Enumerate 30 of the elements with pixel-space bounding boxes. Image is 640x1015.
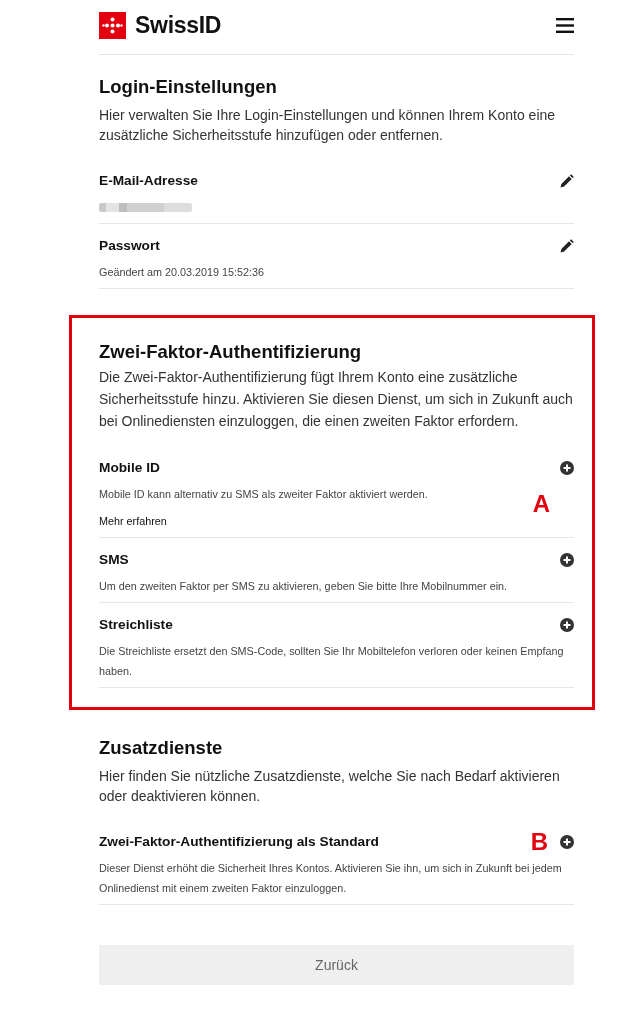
- more-link[interactable]: Mehr erfahren: [99, 511, 167, 531]
- plus-circle-icon[interactable]: [560, 461, 574, 475]
- setting-title: Passwort: [99, 237, 160, 255]
- setting-description: Geändert am 20.03.2019 15:52:36: [99, 265, 265, 280]
- setting-title: Zwei-Faktor-Authentifizierung als Standard: [99, 833, 379, 851]
- annotation-letter: A: [532, 492, 550, 516]
- plus-circle-icon[interactable]: [560, 618, 574, 632]
- section-description: Hier finden Sie nützliche Zusatzdienste, welche Sie nach Bedarf aktivieren oder deaktivieren können.: [99, 767, 561, 806]
- setting-title: Streichliste: [99, 616, 173, 634]
- brand-name: SwissID: [135, 12, 222, 39]
- menu-icon[interactable]: [556, 18, 574, 33]
- section-description: Hier verwalten Sie Ihre Login-Einstellungen und können Ihrem Konto eine zusätzliche Sicherheitsstufe hinzufügen oder entfernen.: [99, 106, 557, 145]
- setting-description: Mobile ID kann alternativ zu SMS als zweiter Faktor aktiviert werden.: [99, 487, 428, 502]
- back-button[interactable]: Zurück: [99, 945, 574, 985]
- section-heading: Zwei-Faktor-Authentifizierung: [99, 340, 363, 364]
- setting-description: Um den zweiten Faktor per SMS zu aktivieren, geben Sie bitte Ihre Mobilnummer ein.: [99, 579, 508, 594]
- setting-title: Mobile ID: [99, 459, 160, 477]
- setting-description: Dieser Dienst erhöht die Sicherheit Ihres Kontos. Aktivieren Sie ihn, um sich in Zukunft bei jedem Onlinedienst mit einem zweiten Faktor einzuloggen.: [99, 861, 563, 896]
- section-description: Die Zwei-Faktor-Authentifizierung fügt Ihrem Konto eine zusätzliche Sicherheitsstufe hinzu. Aktivieren Sie diesen Dienst, um sich in Zukunft auch bei Onlinediensten einzuloggen, die einen zweiten Faktor erfordern.: [99, 368, 574, 431]
- setting-description: Die Streichliste ersetzt den SMS-Code, sollten Sie Ihr Mobiltelefon verloren oder keinen Empfang haben.: [99, 644, 565, 679]
- plus-circle-icon[interactable]: [560, 835, 574, 849]
- setting-title: E-Mail-Adresse: [99, 172, 198, 190]
- pencil-icon[interactable]: [560, 239, 574, 253]
- annotation-letter: B: [530, 832, 548, 852]
- section-heading: Zusatzdienste: [99, 736, 224, 760]
- section-heading: Login-Einstellungen: [99, 75, 278, 99]
- dotted-cross-icon: [99, 12, 126, 39]
- pencil-icon[interactable]: [560, 174, 574, 188]
- setting-title: SMS: [99, 551, 129, 569]
- plus-circle-icon[interactable]: [560, 553, 574, 567]
